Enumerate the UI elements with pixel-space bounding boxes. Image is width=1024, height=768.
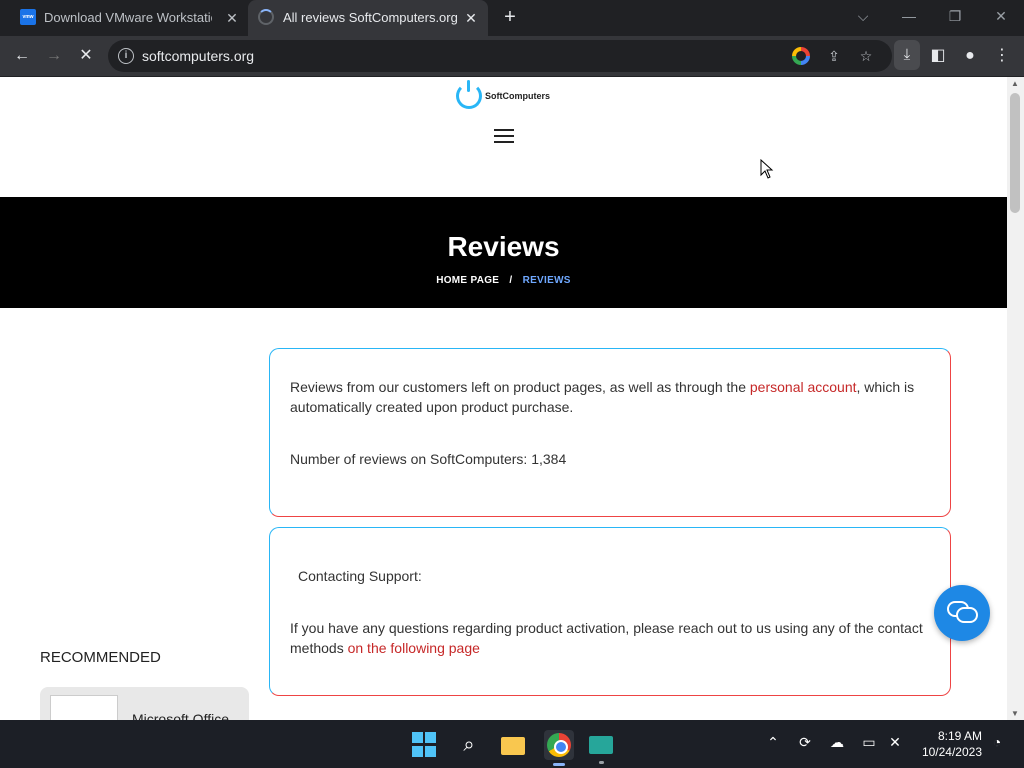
site-header: SoftComputers xyxy=(0,77,1007,197)
support-heading: Contacting Support: xyxy=(298,568,422,584)
downloads-icon[interactable]: ⤓ xyxy=(894,40,920,70)
recommended-product-card[interactable]: Microsoft Office xyxy=(40,687,249,720)
file-explorer-icon[interactable] xyxy=(500,732,526,758)
breadcrumb-current: REVIEWS xyxy=(522,275,571,286)
site-info-icon[interactable]: i xyxy=(118,48,134,64)
chat-support-button[interactable] xyxy=(934,585,990,641)
restore-icon[interactable]: ❐ xyxy=(940,4,970,28)
hamburger-menu-icon[interactable] xyxy=(494,129,514,145)
menu-kebab-icon[interactable]: ⋮ xyxy=(988,42,1016,70)
keyboard-app-icon[interactable] xyxy=(588,732,614,764)
address-bar[interactable]: i softcomputers.org ⇪ ☆ xyxy=(108,40,892,72)
scroll-up-icon[interactable]: ▲ xyxy=(1011,79,1019,88)
scroll-down-icon[interactable]: ▼ xyxy=(1011,709,1019,718)
page-viewport: SoftComputers Reviews HOME PAGE / REVIEW… xyxy=(0,77,1024,720)
google-lens-icon[interactable] xyxy=(792,47,810,65)
clock-date: 10/24/2023 xyxy=(921,745,982,759)
scrollbar-thumb[interactable] xyxy=(1010,93,1020,213)
page-hero: Reviews HOME PAGE / REVIEWS xyxy=(0,197,1007,308)
browser-toolbar: ← → ✕ i softcomputers.org ⇪ ☆ ⤓ ◧ ● ⋮ xyxy=(0,36,1024,76)
site-logo[interactable]: SoftComputers xyxy=(456,80,550,109)
tab-vmware[interactable]: vmw Download VMware Workstation ✕ xyxy=(0,0,248,36)
tab-strip: vmw Download VMware Workstation ✕ All re… xyxy=(0,0,1024,36)
mouse-cursor-icon xyxy=(760,158,774,184)
network-icon[interactable]: ▭ xyxy=(859,734,879,751)
breadcrumb-home-link[interactable]: HOME PAGE xyxy=(436,275,499,286)
notifications-icon[interactable]: ◔ xyxy=(987,734,1007,750)
taskbar: ⌕ ⌃ ⟳ ☁ ▭ ✕ 8:19 AM 10/24/2023 ◔ xyxy=(0,720,1024,768)
contact-page-link[interactable]: on the following page xyxy=(348,640,480,656)
page-title: Reviews xyxy=(447,231,560,262)
forward-icon[interactable]: → xyxy=(40,42,68,70)
show-hidden-icons-chevron-icon[interactable]: ⌃ xyxy=(763,734,783,751)
sync-icon[interactable]: ⟳ xyxy=(795,734,815,751)
clock-time: 8:19 AM xyxy=(937,729,982,743)
recommended-heading: RECOMMENDED xyxy=(40,649,161,666)
tab-title: All reviews SoftComputers.org xyxy=(283,10,458,25)
power-logo-icon xyxy=(456,80,482,109)
close-tab-icon[interactable]: ✕ xyxy=(223,9,241,27)
minimize-icon[interactable]: — xyxy=(894,4,924,28)
breadcrumb: HOME PAGE / REVIEWS xyxy=(0,275,1007,286)
start-windows-icon[interactable] xyxy=(412,732,438,758)
support-card: Contacting Support: If you have any ques… xyxy=(269,527,951,696)
share-icon[interactable]: ⇪ xyxy=(822,44,846,68)
support-description: If you have any questions regarding prod… xyxy=(290,620,923,656)
reviews-count: Number of reviews on SoftComputers: 1,38… xyxy=(290,451,567,467)
tab-search-icon[interactable]: ⌵ xyxy=(848,4,878,28)
vmware-favicon-icon: vmw xyxy=(20,9,36,25)
product-thumbnail xyxy=(50,695,118,720)
reviews-info-card: Reviews from our customers left on produ… xyxy=(269,348,951,517)
profile-icon[interactable]: ● xyxy=(956,42,984,70)
loading-spinner-icon xyxy=(258,9,274,25)
system-clock[interactable]: 8:19 AM 10/24/2023 xyxy=(916,728,982,760)
breadcrumb-separator: / xyxy=(509,275,513,286)
personal-account-link[interactable]: personal account xyxy=(750,379,857,395)
side-panel-icon[interactable]: ◧ xyxy=(924,42,952,70)
brand-name: SoftComputers xyxy=(485,91,550,101)
search-icon[interactable]: ⌕ xyxy=(456,732,482,758)
reviews-count-value: 1,384 xyxy=(531,451,567,467)
new-tab-button[interactable]: + xyxy=(498,6,522,30)
volume-muted-icon[interactable]: ✕ xyxy=(885,734,905,751)
reviews-description: Reviews from our customers left on produ… xyxy=(290,379,915,415)
close-tab-icon[interactable]: ✕ xyxy=(462,9,480,27)
url-text[interactable]: softcomputers.org xyxy=(142,48,254,64)
chrome-icon[interactable] xyxy=(544,730,574,766)
product-name[interactable]: Microsoft Office xyxy=(132,711,229,720)
close-window-icon[interactable]: ✕ xyxy=(986,4,1016,28)
bookmark-star-icon[interactable]: ☆ xyxy=(854,44,878,68)
tab-reviews[interactable]: All reviews SoftComputers.org ✕ xyxy=(248,0,488,36)
back-icon[interactable]: ← xyxy=(8,42,36,70)
page-scrollbar[interactable]: ▲ ▼ xyxy=(1007,77,1024,720)
tab-title: Download VMware Workstation xyxy=(44,10,212,25)
onedrive-cloud-icon[interactable]: ☁ xyxy=(827,734,847,751)
stop-loading-icon[interactable]: ✕ xyxy=(72,42,100,70)
